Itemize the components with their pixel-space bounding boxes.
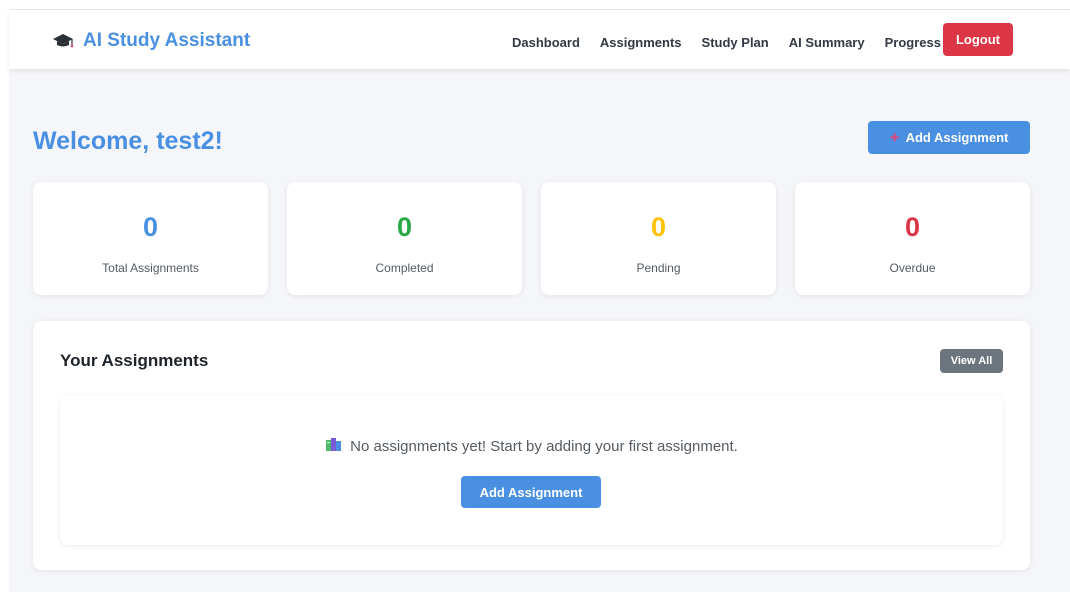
empty-message-text: No assignments yet! Start by adding your… (350, 438, 738, 455)
stat-value-completed: 0 (396, 212, 413, 242)
empty-message: No assignments yet! Start by adding your… (60, 437, 1003, 456)
stat-card-pending: 0 Pending (541, 182, 776, 295)
assignments-title: Your Assignments (60, 351, 209, 370)
stat-label-total: Total Assignments (102, 261, 199, 275)
nav-dashboard[interactable]: Dashboard (512, 35, 580, 50)
add-assignment-label: Add Assignment (905, 130, 1009, 145)
logout-button[interactable]: Logout (943, 23, 1013, 56)
stat-value-total: 0 (142, 212, 159, 242)
stat-value-overdue: 0 (904, 212, 921, 242)
stat-label-pending: Pending (636, 261, 681, 275)
welcome-heading: Welcome, test2! (33, 127, 223, 155)
assignments-panel: Your Assignments View All No assignments… (33, 321, 1030, 570)
add-assignment-empty-button[interactable]: Add Assignment (461, 476, 601, 508)
stat-card-total: 0 Total Assignments (33, 182, 268, 295)
nav-progress[interactable]: Progress (885, 35, 941, 50)
graduation-cap-icon (52, 32, 74, 50)
books-icon (325, 437, 343, 456)
stat-label-completed: Completed (375, 261, 434, 275)
plus-icon: + (889, 128, 900, 147)
stat-card-completed: 0 Completed (287, 182, 522, 295)
app-root: AI Study Assistant Dashboard Assignments… (9, 9, 1070, 592)
nav-assignments[interactable]: Assignments (600, 35, 682, 50)
add-assignment-button[interactable]: + Add Assignment (868, 121, 1030, 154)
nav-links: Dashboard Assignments Study Plan AI Summ… (512, 29, 941, 55)
brand-link[interactable]: AI Study Assistant (52, 28, 250, 54)
nav-study-plan[interactable]: Study Plan (702, 35, 769, 50)
navbar: AI Study Assistant Dashboard Assignments… (9, 10, 1070, 69)
view-all-button[interactable]: View All (940, 349, 1003, 373)
stat-label-overdue: Overdue (889, 261, 936, 275)
brand-title: AI Study Assistant (83, 30, 251, 51)
nav-ai-summary[interactable]: AI Summary (789, 35, 865, 50)
stat-value-pending: 0 (650, 212, 667, 242)
empty-state: No assignments yet! Start by adding your… (60, 395, 1003, 545)
stat-card-overdue: 0 Overdue (795, 182, 1030, 295)
